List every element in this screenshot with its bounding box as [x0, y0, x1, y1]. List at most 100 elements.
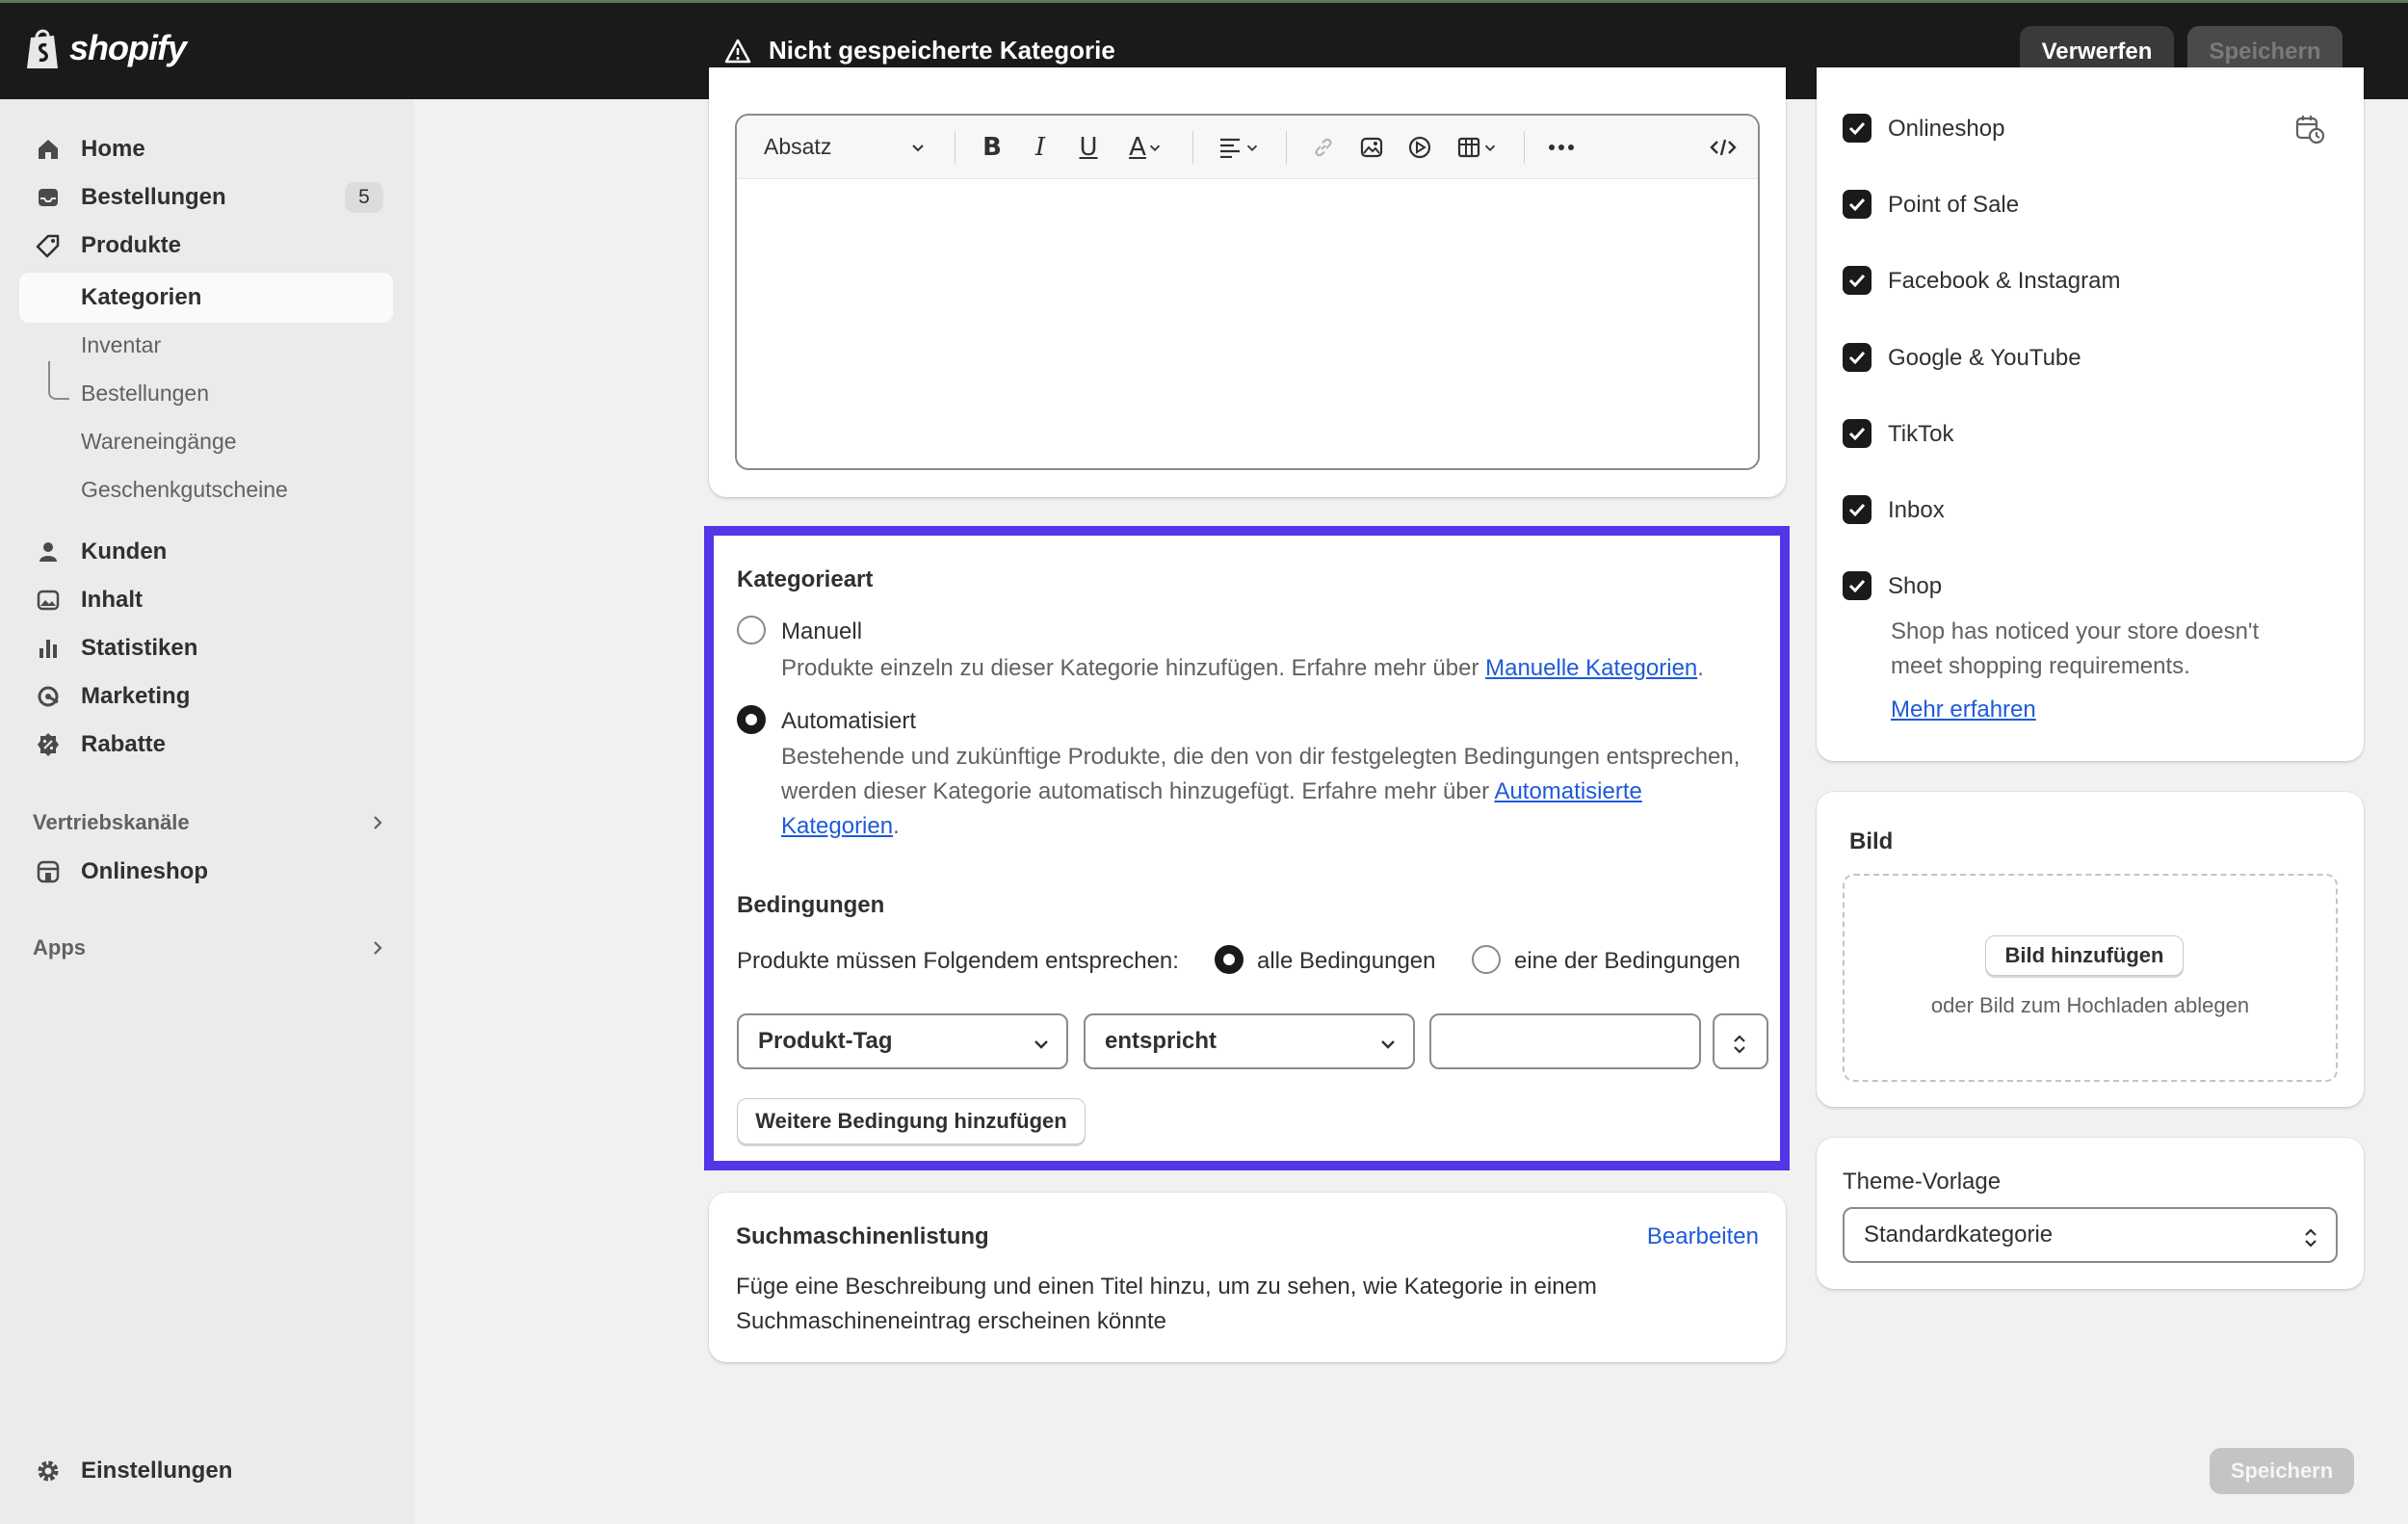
manual-desc-text: Produkte einzeln zu dieser Kategorie hin…	[781, 655, 1486, 681]
insert-video-icon[interactable]	[1402, 130, 1437, 165]
shopify-logo[interactable]: shopify	[25, 26, 187, 70]
more-options-icon[interactable]	[1544, 130, 1579, 165]
sidebar-item-discounts[interactable]: Rabatte	[19, 720, 393, 770]
link-icon[interactable]	[1306, 130, 1341, 165]
condition-value-stepper[interactable]	[1713, 1013, 1768, 1069]
sidebar-item-onlineshop[interactable]: Onlineshop	[19, 847, 393, 897]
image-dropzone[interactable]: Bild hinzufügen oder Bild zum Hochladen …	[1843, 874, 2338, 1082]
sidebar-item-gift-cards[interactable]: Geschenkgutscheine	[19, 466, 393, 512]
seo-edit-link[interactable]: Bearbeiten	[1647, 1223, 1759, 1250]
sidebar-item-label: Rabatte	[81, 731, 167, 757]
chevron-right-icon	[374, 816, 382, 829]
sales-channels-header[interactable]: Vertriebskanäle	[33, 803, 389, 842]
automated-radio[interactable]	[737, 705, 766, 734]
channel-label: Google & YouTube	[1888, 345, 2081, 371]
sidebar-item-label: Produkte	[81, 232, 182, 258]
sidebar-item-label: Statistiken	[81, 635, 198, 661]
seo-title: Suchmaschinenlistung	[736, 1223, 989, 1249]
any-condition-radio[interactable]	[1472, 945, 1501, 974]
insert-image-icon[interactable]	[1354, 130, 1389, 165]
chevron-down-icon	[1381, 1040, 1395, 1049]
paragraph-format-select[interactable]: Absatz	[764, 134, 928, 160]
channel-checkbox-tiktok[interactable]	[1843, 419, 1871, 448]
sidebar-item-content[interactable]: Inhalt	[19, 575, 393, 625]
apps-label: Apps	[33, 935, 86, 959]
sidebar-item-orders[interactable]: Bestellungen 5	[19, 172, 393, 223]
sidebar-item-categories[interactable]: Kategorien	[19, 273, 393, 323]
save-button-bottom[interactable]: Speichern	[2210, 1448, 2354, 1494]
underline-icon[interactable]: U	[1071, 130, 1106, 165]
sidebar-item-label: Kunden	[81, 539, 168, 565]
learn-more-link[interactable]: Mehr erfahren	[1891, 696, 2036, 723]
drop-hint: oder Bild zum Hochladen ablegen	[1930, 993, 2250, 1017]
code-view-icon[interactable]	[1706, 130, 1741, 165]
sidebar-item-marketing[interactable]: Marketing	[19, 671, 393, 722]
sidebar-item-home[interactable]: Home	[19, 124, 393, 174]
storefront-icon	[37, 860, 60, 883]
theme-template-select[interactable]: Standardkategorie	[1843, 1207, 2338, 1263]
channel-checkbox-inbox[interactable]	[1843, 495, 1871, 524]
sidebar-item-purchase-orders[interactable]: Bestellungen	[19, 370, 393, 416]
all-conditions-radio[interactable]	[1215, 945, 1243, 974]
checkmark-icon	[1848, 427, 1866, 441]
sidebar-item-analytics[interactable]: Statistiken	[19, 623, 393, 673]
channel-checkbox-google[interactable]	[1843, 343, 1871, 372]
sidebar-item-settings[interactable]: Einstellungen	[19, 1446, 393, 1496]
theme-template-label: Theme-Vorlage	[1843, 1169, 2002, 1195]
bold-icon[interactable]: B	[975, 130, 1009, 165]
toolbar-divider	[1524, 130, 1525, 164]
channel-checkbox-facebook[interactable]	[1843, 266, 1871, 295]
home-icon	[39, 140, 58, 159]
inbox-icon	[39, 189, 58, 206]
discount-icon	[38, 733, 59, 756]
channel-label: TikTok	[1888, 421, 1954, 447]
category-type-card: Kategorieart Manuell Produkte einzeln zu…	[704, 526, 1790, 1170]
condition-value-input[interactable]	[1429, 1013, 1701, 1069]
condition-field-select[interactable]: Produkt-Tag	[737, 1013, 1068, 1069]
checkmark-icon	[1848, 503, 1866, 517]
sidebar-item-label: Marketing	[81, 683, 191, 709]
text-color-icon[interactable]: A	[1119, 130, 1173, 165]
italic-icon[interactable]: I	[1023, 130, 1058, 165]
insert-table-icon[interactable]	[1451, 130, 1505, 165]
rich-text-editor: Absatz B I U A	[735, 114, 1760, 470]
checkmark-icon	[1848, 579, 1866, 593]
channel-checkbox-onlineshop[interactable]	[1843, 114, 1871, 143]
logo-text: shopify	[69, 28, 187, 67]
sidebar-item-transfers[interactable]: Wareneingänge	[19, 418, 393, 464]
gear-icon	[38, 1460, 59, 1482]
sidebar-item-label: Geschenkgutscheine	[81, 476, 288, 502]
chevron-down-icon	[1034, 1040, 1048, 1049]
add-condition-button[interactable]: Weitere Bedingung hinzufügen	[737, 1098, 1086, 1144]
all-conditions-label: alle Bedingungen	[1257, 948, 1436, 974]
align-left-icon[interactable]	[1213, 130, 1267, 165]
channel-checkbox-pos[interactable]	[1843, 190, 1871, 219]
manual-categories-link[interactable]: Manuelle Kategorien	[1485, 655, 1697, 681]
unsaved-banner: Nicht gespeicherte Kategorie	[724, 36, 1115, 66]
image-icon	[37, 590, 60, 611]
condition-operator-select[interactable]: entspricht	[1084, 1013, 1415, 1069]
channel-label: Inbox	[1888, 497, 1945, 523]
apps-header[interactable]: Apps	[33, 929, 389, 967]
channel-checkbox-shop[interactable]	[1843, 571, 1871, 600]
seo-card: Suchmaschinenlistung Bearbeiten Füge ein…	[709, 1193, 1786, 1362]
channel-label: Facebook & Instagram	[1888, 268, 2121, 294]
up-down-chevron-icon	[1734, 1035, 1745, 1054]
shop-requirements-notice: Shop has noticed your store doesn't meet…	[1891, 618, 2260, 679]
sidebar-item-products[interactable]: Produkte	[19, 221, 393, 271]
add-image-button[interactable]: Bild hinzufügen	[1985, 935, 2184, 976]
schedule-icon[interactable]	[2294, 114, 2325, 145]
manual-radio[interactable]	[737, 616, 766, 644]
sidebar-item-label: Inventar	[81, 331, 162, 357]
sales-channels-label: Vertriebskanäle	[33, 810, 190, 834]
sidebar-item-inventory[interactable]: Inventar	[19, 322, 393, 368]
conditions-title: Bedingungen	[737, 892, 885, 918]
automated-description: Bestehende und zukünftige Produkte, die …	[781, 740, 1744, 844]
tag-icon	[36, 234, 60, 258]
paragraph-format-label: Absatz	[764, 134, 832, 159]
sidebar-item-customers[interactable]: Kunden	[19, 527, 393, 577]
any-condition-label: eine der Bedingungen	[1514, 948, 1741, 974]
checkmark-icon	[1848, 351, 1866, 365]
toolbar-divider	[1286, 130, 1287, 164]
sidebar-item-label: Inhalt	[81, 587, 143, 613]
